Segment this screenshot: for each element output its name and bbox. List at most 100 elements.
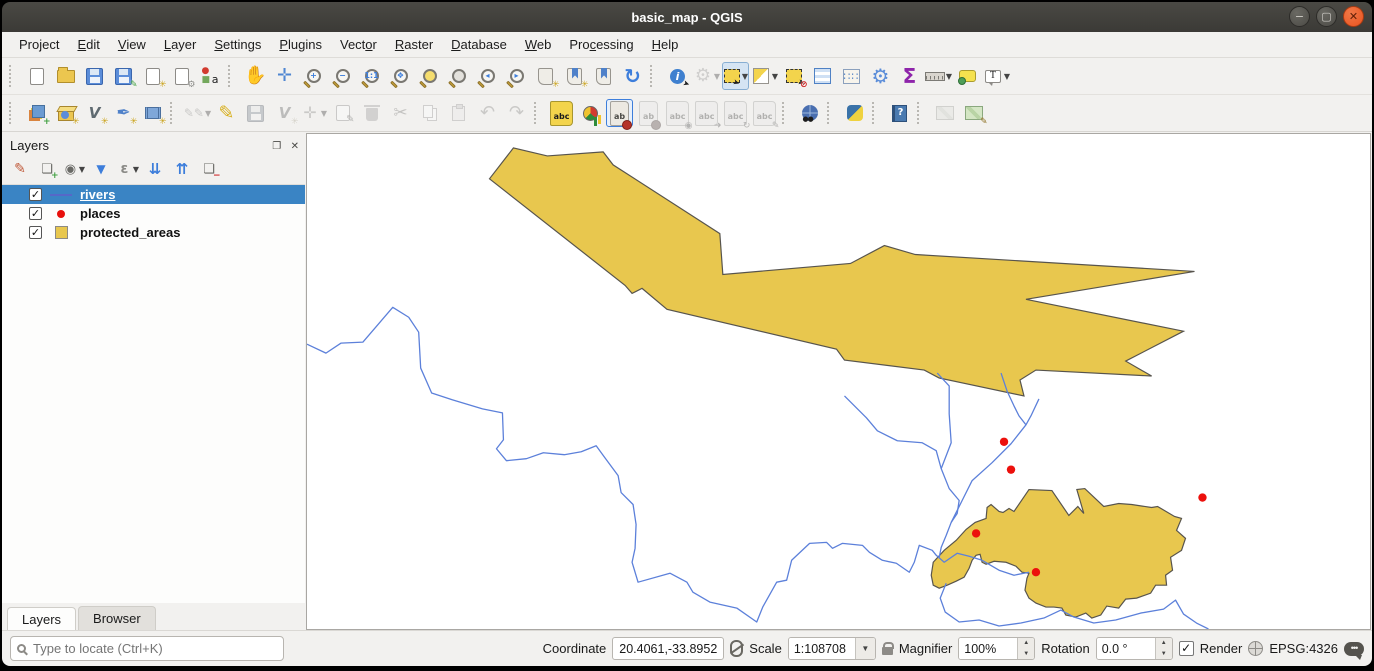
- layer-item-protected_areas[interactable]: ✓ protected_areas: [2, 223, 305, 242]
- new-shapefile-layer-button[interactable]: V✳: [81, 99, 108, 127]
- remove-layer-group-button[interactable]: ❏−: [198, 158, 220, 180]
- toolbar-handle[interactable]: [534, 102, 542, 124]
- layer-labeling-options-button[interactable]: abc: [548, 99, 575, 127]
- menu-vector[interactable]: Vector: [331, 34, 386, 55]
- zoom-next-button[interactable]: ▸: [503, 62, 530, 90]
- open-layer-styling-panel-button[interactable]: ✎: [9, 158, 31, 180]
- layer-visibility-checkbox[interactable]: ✓: [29, 207, 42, 220]
- current-edits-dropdown-icon[interactable]: ▼: [205, 109, 211, 118]
- filter-legend-button[interactable]: ▼: [90, 158, 112, 180]
- metasearch-csw-client-button[interactable]: [796, 99, 823, 127]
- toolbar-handle[interactable]: [782, 102, 790, 124]
- select-features-dropdown-icon[interactable]: ▼: [742, 72, 748, 81]
- processing-toolbox-button[interactable]: ⚙: [867, 62, 894, 90]
- pan-map-to-selection-button[interactable]: ✛: [271, 62, 298, 90]
- run-feature-action-dropdown-icon[interactable]: ▼: [714, 72, 720, 81]
- new-spatial-bookmark-button[interactable]: ✳: [532, 62, 559, 90]
- layer-name[interactable]: protected_areas: [80, 225, 180, 240]
- expand-all-button[interactable]: ⇊: [144, 158, 166, 180]
- magnifier-spinbox[interactable]: ▲▼: [958, 637, 1035, 660]
- rotation-input[interactable]: [1097, 638, 1155, 659]
- panel-float-icon[interactable]: ❐: [272, 141, 281, 152]
- select-features-button[interactable]: ▼: [722, 62, 749, 90]
- identify-features-button[interactable]: i: [664, 62, 691, 90]
- text-annotation-button[interactable]: T▼: [983, 62, 1010, 90]
- tab-browser[interactable]: Browser: [78, 606, 156, 630]
- layer-tree[interactable]: ✓ rivers ✓ places ✓ protected_areas: [2, 185, 305, 603]
- toolbar-handle[interactable]: [170, 102, 178, 124]
- help-contents-button[interactable]: ?: [886, 99, 913, 127]
- lock-scale-icon[interactable]: [882, 647, 893, 655]
- toolbar-handle[interactable]: [650, 65, 658, 87]
- save-project-button[interactable]: [81, 62, 108, 90]
- measure-line-dropdown-icon[interactable]: ▼: [946, 72, 952, 81]
- show-spatial-bookmarks-button[interactable]: ✳: [561, 62, 588, 90]
- scale-combo[interactable]: ▼: [788, 637, 876, 660]
- spinner-arrows[interactable]: ▲▼: [1017, 638, 1034, 659]
- locate-input[interactable]: [31, 640, 277, 657]
- toolbar-handle[interactable]: [9, 65, 17, 87]
- zoom-to-selection-button[interactable]: [416, 62, 443, 90]
- select-features-by-expression-dropdown-icon[interactable]: ▼: [772, 72, 778, 81]
- deselect-all-button[interactable]: ⊘: [780, 62, 807, 90]
- layer-visibility-checkbox[interactable]: ✓: [29, 226, 42, 239]
- crs-globe-icon[interactable]: [1248, 641, 1263, 656]
- chevron-down-icon[interactable]: ▼: [855, 638, 875, 659]
- menu-layer[interactable]: Layer: [155, 34, 206, 55]
- python-console-button[interactable]: [841, 99, 868, 127]
- statistical-summary-button[interactable]: Σ: [896, 62, 923, 90]
- map-canvas[interactable]: [306, 133, 1371, 630]
- menu-raster[interactable]: Raster: [386, 34, 442, 55]
- new-project-button[interactable]: [23, 62, 50, 90]
- layer-item-rivers[interactable]: ✓ rivers: [2, 185, 305, 204]
- new-geopackage-layer-button[interactable]: ✳: [52, 99, 79, 127]
- epsg-status[interactable]: EPSG:4326: [1269, 641, 1338, 656]
- pin-unpin-labels-button[interactable]: ab: [606, 99, 633, 127]
- toggle-editing-button[interactable]: ✎: [213, 99, 240, 127]
- minimize-button[interactable]: −: [1289, 6, 1310, 27]
- layer-name[interactable]: places: [80, 206, 120, 221]
- manage-map-themes-button[interactable]: ◉▼: [63, 158, 85, 180]
- open-data-source-manager-button[interactable]: +: [23, 99, 50, 127]
- scale-input[interactable]: [789, 638, 855, 659]
- zoom-in-button[interactable]: +: [300, 62, 327, 90]
- map-tips-button[interactable]: [954, 62, 981, 90]
- layer-diagram-options-button[interactable]: [577, 99, 604, 127]
- zoom-to-layer-button[interactable]: [445, 62, 472, 90]
- open-project-button[interactable]: [52, 62, 79, 90]
- style-manager-button[interactable]: a: [197, 62, 224, 90]
- refresh-map-button[interactable]: ↻: [619, 62, 646, 90]
- new-print-layout-button[interactable]: ✳: [139, 62, 166, 90]
- filter-legend-by-expression-dropdown-icon[interactable]: ▼: [133, 165, 139, 174]
- menu-settings[interactable]: Settings: [205, 34, 270, 55]
- text-annotation-dropdown-icon[interactable]: ▼: [1004, 72, 1010, 81]
- maximize-button[interactable]: ▢: [1316, 6, 1337, 27]
- field-calculator-button[interactable]: ∷∷: [838, 62, 865, 90]
- layer-name[interactable]: rivers: [80, 187, 115, 202]
- layer-visibility-checkbox[interactable]: ✓: [29, 188, 42, 201]
- menu-processing[interactable]: Processing: [560, 34, 642, 55]
- toolbar-handle[interactable]: [872, 102, 880, 124]
- title-bar[interactable]: basic_map - QGIS − ▢ ✕: [2, 2, 1372, 32]
- zoom-out-button[interactable]: −: [329, 62, 356, 90]
- magnifier-input[interactable]: [959, 638, 1017, 659]
- menu-project[interactable]: Project: [10, 34, 68, 55]
- close-button[interactable]: ✕: [1343, 6, 1364, 27]
- manage-map-themes-dropdown-icon[interactable]: ▼: [79, 165, 85, 174]
- menu-help[interactable]: Help: [643, 34, 688, 55]
- rotation-spinbox[interactable]: ▲▼: [1096, 637, 1173, 660]
- panel-close-icon[interactable]: ✕: [291, 141, 299, 152]
- measure-line-button[interactable]: ▼: [925, 62, 952, 90]
- select-features-by-expression-button[interactable]: ▼: [751, 62, 778, 90]
- pan-map-button[interactable]: ✋: [242, 62, 269, 90]
- toolbar-handle[interactable]: [9, 102, 17, 124]
- coordinate-input[interactable]: [612, 637, 724, 660]
- add-group-button[interactable]: ❏+: [36, 158, 58, 180]
- open-attribute-table-button[interactable]: [809, 62, 836, 90]
- save-project-as-button[interactable]: ✎: [110, 62, 137, 90]
- toolbar-handle[interactable]: [917, 102, 925, 124]
- spinner-arrows[interactable]: ▲▼: [1155, 638, 1172, 659]
- messages-icon[interactable]: •••: [1344, 642, 1364, 656]
- show-bookmark-manager-button[interactable]: [590, 62, 617, 90]
- vertex-tool-dropdown-icon[interactable]: ▼: [321, 109, 327, 118]
